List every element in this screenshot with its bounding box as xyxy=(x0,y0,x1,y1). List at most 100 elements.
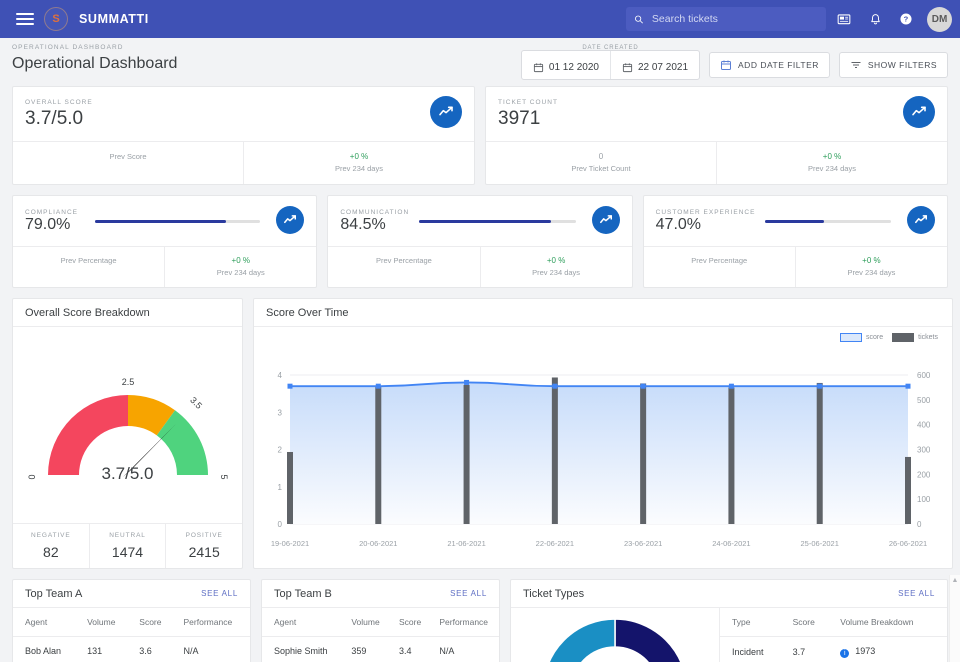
kpi-prev-label: Prev Score xyxy=(109,152,147,161)
cell-type: Incident xyxy=(732,647,764,658)
metric-value: 84.5% xyxy=(340,215,386,233)
time-series-svg: 0 1 2 3 4 0 100 200 300 400 500 600 19-06-2021 20-06-… xyxy=(271,371,931,548)
kpi-delta: +0 % xyxy=(349,152,369,161)
page-title: Operational Dashboard xyxy=(12,55,178,72)
metric-prev-label: Prev Percentage xyxy=(375,256,432,266)
kpi-delta-sub: Prev 234 days xyxy=(808,164,856,174)
score-over-time-panel: Score Over Time score tickets 0 1 2 3 4 0 100 2… xyxy=(253,298,953,570)
panel-title: Overall Score Breakdown xyxy=(25,306,150,319)
trend-up-icon xyxy=(439,106,453,116)
metric-progress-track xyxy=(95,219,261,223)
header-actions: DATE CREATED 01 12 2020 22 07 2021 ADD D… xyxy=(520,45,948,80)
trend-up-icon xyxy=(599,215,612,224)
trend-chart-button[interactable] xyxy=(276,206,305,235)
column-header-volume: Volume xyxy=(75,608,128,638)
table-row[interactable]: Incident 3.7 i 1973 xyxy=(720,637,947,662)
trend-chart-button[interactable] xyxy=(903,96,935,128)
column-header-agent: Agent xyxy=(262,608,340,638)
svg-text:500: 500 xyxy=(917,396,931,405)
brand-name: SUMMATTI xyxy=(79,12,149,26)
table-row[interactable]: Sophie Smith 359 3.4 N/A xyxy=(262,637,499,662)
stat-negative: NEGATIVE 82 xyxy=(13,524,89,568)
see-all-link[interactable]: SEE ALL xyxy=(450,589,487,598)
svg-text:20-06-2021: 20-06-2021 xyxy=(359,539,397,548)
ticket-types-donut xyxy=(511,608,719,662)
date-from-field[interactable]: 01 12 2020 xyxy=(522,51,610,79)
svg-text:19-06-2021: 19-06-2021 xyxy=(271,539,309,548)
page-header: OPERATIONAL DASHBOARD Operational Dashbo… xyxy=(0,38,960,86)
scroll-up-arrow-icon[interactable]: ▲ xyxy=(950,575,960,584)
see-all-link[interactable]: SEE ALL xyxy=(201,589,238,598)
legend-item-score[interactable]: score xyxy=(840,333,883,343)
ticket-types-table: Type Score Volume Breakdown Incident 3.7… xyxy=(720,608,947,662)
column-header-score: Score xyxy=(780,608,829,638)
calendar-add-icon xyxy=(721,60,732,70)
search-input[interactable] xyxy=(651,13,818,25)
news-icon[interactable] xyxy=(831,6,857,32)
trend-up-icon xyxy=(914,215,927,224)
table-row[interactable]: Bob Alan 131 3.6 N/A xyxy=(13,637,250,662)
score-over-time-chart: score tickets 0 1 2 3 4 0 100 200 300 400 500 600 19… xyxy=(254,327,952,566)
svg-text:100: 100 xyxy=(917,495,931,504)
kpi-card-ticket-count: TICKET COUNT 3971 0 Prev Ticket Count +0… xyxy=(485,86,948,186)
gauge-svg: 02.53.55 xyxy=(27,377,229,480)
svg-text:0: 0 xyxy=(278,520,283,529)
show-filters-button[interactable]: SHOW FILTERS xyxy=(838,52,948,78)
svg-text:23-06-2021: 23-06-2021 xyxy=(624,539,662,548)
search-box[interactable] xyxy=(626,7,826,31)
add-date-filter-button[interactable]: ADD DATE FILTER xyxy=(709,52,830,78)
date-to-field[interactable]: 22 07 2021 xyxy=(609,51,699,79)
panel-title: Top Team A xyxy=(25,587,83,600)
cell-agent: Sophie Smith xyxy=(274,646,328,657)
trend-up-icon xyxy=(912,106,926,116)
svg-text:400: 400 xyxy=(917,421,931,430)
show-filters-label: SHOW FILTERS xyxy=(867,60,937,70)
hamburger-menu-icon[interactable] xyxy=(16,10,34,28)
trend-chart-button[interactable] xyxy=(591,206,620,235)
see-all-link[interactable]: SEE ALL xyxy=(898,589,935,598)
stat-label: POSITIVE xyxy=(185,532,223,540)
metric-card-footer: Prev Percentage +0 % Prev 234 days xyxy=(328,246,632,288)
column-header-volume-breakdown: Volume Breakdown xyxy=(828,608,947,638)
metric-delta-block: +0 % Prev 234 days xyxy=(794,247,947,288)
app-logo[interactable]: S xyxy=(44,7,68,31)
user-avatar[interactable]: DM xyxy=(927,6,952,32)
overall-score-breakdown-panel: Overall Score Breakdown 0 2.5 3.5 5 3.7/5.0… xyxy=(12,298,243,570)
stat-neutral: NEUTRAL 1474 xyxy=(88,524,166,569)
topbar-actions: ? DM xyxy=(626,6,952,32)
legend-item-tickets[interactable]: tickets xyxy=(892,333,938,343)
trend-chart-button[interactable] xyxy=(906,206,935,235)
search-icon xyxy=(635,15,643,24)
metric-delta-sub: Prev 234 days xyxy=(847,268,896,278)
date-created-filter: DATE CREATED 01 12 2020 22 07 2021 xyxy=(520,45,701,80)
filter-icon xyxy=(851,62,861,68)
metric-prev-block: Prev Percentage xyxy=(644,247,795,287)
page-scrollbar[interactable]: ▲ xyxy=(949,575,960,662)
panel-header: Top Team B SEE ALL xyxy=(262,580,499,609)
page-title-block: OPERATIONAL DASHBOARD Operational Dashbo… xyxy=(12,44,177,73)
stat-positive: POSITIVE 2415 xyxy=(165,524,242,569)
cell-score: 3.4 xyxy=(398,646,412,657)
panel-header: Top Team A SEE ALL xyxy=(13,580,250,609)
metric-progress-track xyxy=(419,219,576,223)
notifications-bell-icon[interactable] xyxy=(862,6,888,32)
panel-header: Ticket Types SEE ALL xyxy=(511,580,947,609)
kpi-delta-sub: Prev 234 days xyxy=(335,164,383,174)
metric-delta-sub: Prev 234 days xyxy=(532,268,581,278)
column-header-performance: Performance xyxy=(171,608,250,638)
svg-text:4: 4 xyxy=(278,371,283,380)
help-icon[interactable]: ? xyxy=(893,6,919,32)
svg-text:300: 300 xyxy=(917,446,931,455)
trend-up-icon xyxy=(284,215,297,224)
ticket-types-body: Type Score Volume Breakdown Incident 3.7… xyxy=(511,608,947,662)
metric-delta: +0 % xyxy=(546,256,566,266)
metric-progress-fill xyxy=(765,219,825,223)
sentiment-stats: NEGATIVE 82 NEUTRAL 1474 POSITIVE 2415 xyxy=(13,523,242,569)
trend-chart-button[interactable] xyxy=(430,96,462,128)
ticket-types-panel: Ticket Types SEE ALL Type Score Volume B… xyxy=(510,579,948,662)
avatar-initials: DM xyxy=(931,13,948,25)
metric-label: COMPLIANCE xyxy=(25,208,78,216)
gauge-reading: 3.7/5.0 xyxy=(101,464,154,484)
bottom-row: Top Team A SEE ALL Agent Volume Score Pe… xyxy=(12,579,948,662)
cell-performance: N/A xyxy=(439,646,455,657)
